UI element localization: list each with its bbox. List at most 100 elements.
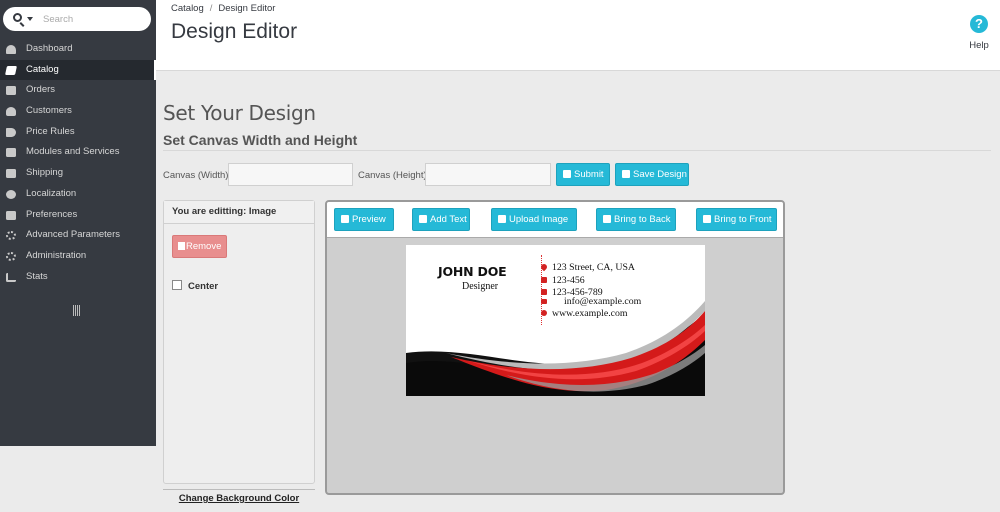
- upload-image-button[interactable]: Upload Image: [491, 208, 577, 231]
- sidebar-item-price-rules[interactable]: Price Rules: [0, 122, 156, 143]
- search-box[interactable]: [3, 7, 151, 31]
- sidebar-item-label: Advanced Parameters: [26, 229, 120, 241]
- center-label: Center: [188, 281, 219, 292]
- sidebar-item-customers[interactable]: Customers: [0, 101, 156, 122]
- design-canvas-panel: Preview Add Text Upload Image Bring to B…: [325, 200, 785, 495]
- mobile-icon: [541, 289, 547, 295]
- card-website[interactable]: www.example.com: [541, 308, 628, 320]
- text-icon: [419, 215, 427, 223]
- sidebar-item-label: Price Rules: [26, 125, 75, 137]
- sidebar-item-label: Catalog: [26, 63, 59, 75]
- remove-button[interactable]: Remove: [172, 235, 227, 258]
- phone-icon: [541, 277, 547, 283]
- users-icon: [6, 107, 16, 117]
- canvas-height-label: Canvas (Height):: [358, 170, 430, 181]
- center-option[interactable]: Center: [172, 280, 218, 292]
- gear-icon: [6, 251, 16, 261]
- sidebar-item-catalog[interactable]: Catalog: [0, 59, 156, 81]
- sidebar-item-label: Orders: [26, 84, 56, 96]
- truck-icon: [6, 169, 16, 179]
- sidebar-nav: Dashboard Catalog Orders Customers Price…: [0, 39, 156, 287]
- sidebar-item-label: Preferences: [26, 208, 78, 220]
- card-address-text: 123 Street, CA, USA: [552, 262, 636, 273]
- sidebar-item-label: Administration: [26, 249, 87, 261]
- reply-arrow-icon: [603, 215, 611, 223]
- sidebar-item-label: Customers: [26, 105, 72, 117]
- eye-icon: [341, 215, 349, 223]
- chevron-down-icon[interactable]: [27, 17, 33, 21]
- save-design-label: Save Design: [633, 169, 687, 180]
- book-icon: [5, 65, 17, 75]
- canvas-width-label: Canvas (Width):: [163, 170, 232, 181]
- sidebar-item-orders[interactable]: Orders: [0, 80, 156, 101]
- card-name[interactable]: JOHN DOE: [438, 264, 507, 279]
- card-phone-text: 123-456: [552, 275, 585, 286]
- sidebar-item-preferences[interactable]: Preferences: [0, 205, 156, 226]
- canvas-toolbar: Preview Add Text Upload Image Bring to B…: [327, 202, 783, 238]
- bring-to-front-label: Bring to Front: [714, 214, 772, 225]
- save-icon: [622, 170, 630, 178]
- bring-to-front-button[interactable]: Bring to Front: [696, 208, 777, 231]
- breadcrumb-separator: /: [209, 3, 213, 14]
- sidebar-item-shipping[interactable]: Shipping: [0, 163, 156, 184]
- page-title: Design Editor: [171, 20, 298, 43]
- canvas-size-heading: Set Canvas Width and Height: [163, 132, 358, 148]
- editing-status: You are editting: Image: [164, 201, 314, 224]
- sidebar-item-dashboard[interactable]: Dashboard: [0, 39, 156, 60]
- search-input[interactable]: [43, 12, 143, 26]
- collapse-sidebar-icon[interactable]: [73, 305, 81, 316]
- sidebar-item-label: Modules and Services: [26, 146, 120, 158]
- dashboard-icon: [6, 45, 16, 54]
- globe-icon: [6, 189, 16, 199]
- sidebar-item-localization[interactable]: Localization: [0, 184, 156, 205]
- submit-label: Submit: [574, 169, 604, 180]
- bring-to-back-label: Bring to Back: [614, 214, 671, 225]
- image-icon: [498, 215, 506, 223]
- card-phone[interactable]: 123-456: [541, 275, 585, 287]
- preview-label: Preview: [352, 214, 386, 225]
- tags-icon: [6, 127, 16, 137]
- submit-button[interactable]: Submit: [556, 163, 610, 186]
- page-header: Catalog / Design Editor Design Editor ? He…: [156, 0, 1000, 71]
- card-address[interactable]: 123 Street, CA, USA: [539, 262, 636, 274]
- save-design-button[interactable]: Save Design: [615, 163, 689, 186]
- card-website-text: www.example.com: [552, 308, 628, 319]
- sidebar-item-label: Localization: [26, 187, 77, 199]
- remove-label: Remove: [186, 241, 222, 252]
- preview-button[interactable]: Preview: [334, 208, 394, 231]
- sidebar-item-administration[interactable]: Administration: [0, 246, 156, 267]
- search-icon[interactable]: [13, 13, 22, 22]
- sidebar-item-modules[interactable]: Modules and Services: [0, 142, 156, 163]
- canvas-height-input[interactable]: [425, 163, 551, 186]
- share-arrow-icon: [703, 215, 711, 223]
- wrench-icon: [563, 170, 571, 178]
- editing-panel: You are editting: Image Remove Center: [163, 200, 315, 484]
- sidebar-item-advanced-parameters[interactable]: Advanced Parameters: [0, 225, 156, 246]
- add-text-label: Add Text: [430, 214, 467, 225]
- sidebar: Dashboard Catalog Orders Customers Price…: [0, 0, 156, 446]
- breadcrumb-current: Design Editor: [218, 3, 276, 14]
- design-heading: Set Your Design: [163, 101, 316, 125]
- card-role[interactable]: Designer: [462, 281, 498, 292]
- center-checkbox[interactable]: [172, 280, 182, 290]
- breadcrumb-link-catalog[interactable]: Catalog: [171, 3, 204, 14]
- bring-to-back-button[interactable]: Bring to Back: [596, 208, 676, 231]
- help-button[interactable]: ? Help: [968, 15, 990, 51]
- card-email[interactable]: info@example.com: [541, 296, 642, 308]
- trash-icon: [178, 242, 185, 250]
- wrench-icon: [6, 210, 16, 220]
- breadcrumb: Catalog / Design Editor: [171, 3, 275, 14]
- business-card-canvas[interactable]: JOHN DOE Designer 123 Street, CA, USA 12…: [406, 245, 705, 396]
- canvas-width-input[interactable]: [228, 163, 353, 186]
- add-text-button[interactable]: Add Text: [412, 208, 470, 231]
- divider: [163, 150, 991, 151]
- globe-icon: [541, 310, 547, 316]
- card-email-text: info@example.com: [564, 296, 642, 307]
- upload-image-label: Upload Image: [509, 214, 569, 225]
- sidebar-item-label: Stats: [26, 270, 48, 282]
- bar-chart-icon: [6, 272, 16, 282]
- help-icon[interactable]: ?: [970, 15, 988, 33]
- sidebar-item-stats[interactable]: Stats: [0, 267, 156, 288]
- change-background-color-link[interactable]: Change Background Color: [163, 489, 315, 504]
- help-label[interactable]: Help: [968, 40, 990, 51]
